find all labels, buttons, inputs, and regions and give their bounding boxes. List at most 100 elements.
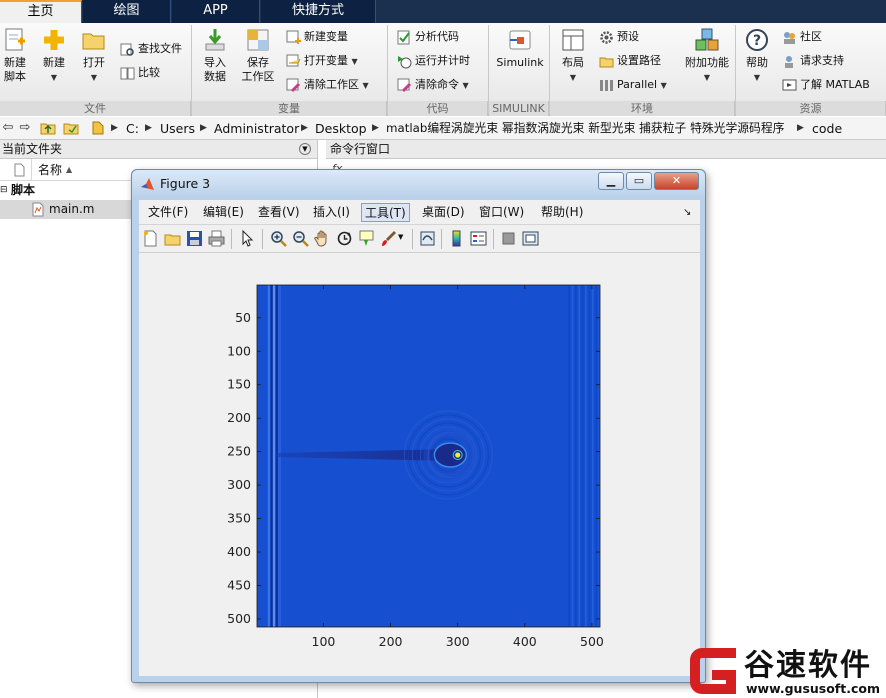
brush-dropdown-icon[interactable]: ▼ — [398, 233, 403, 241]
heatmap-plot[interactable]: 50 100 150 200 250 300 350 400 450 500 100 200 300 40… — [139, 253, 700, 676]
resources-group-label: 资源 — [736, 101, 886, 116]
clear-commands-button[interactable]: 清除命令 ▼ — [397, 75, 469, 95]
request-support-label: 请求支持 — [800, 54, 844, 67]
link-plot-icon[interactable] — [419, 230, 436, 247]
x-tick-label: 200 — [379, 634, 403, 649]
help-icon: ? — [746, 29, 768, 51]
right-fringe-stripe — [588, 285, 591, 627]
minimize-button[interactable]: ▁ — [598, 172, 624, 190]
clear-workspace-icon — [286, 78, 301, 92]
find-files-button[interactable]: 查找文件 — [120, 39, 182, 59]
right-fringe-stripe — [575, 285, 577, 627]
analyze-code-button[interactable]: 分析代码 — [397, 27, 459, 47]
menu-window[interactable]: 窗口(W) — [476, 203, 527, 222]
menu-tools[interactable]: 工具(T) — [361, 203, 410, 222]
save-icon[interactable] — [186, 230, 203, 247]
toolbar-divider — [441, 229, 442, 249]
path-segment[interactable]: Administrator — [214, 120, 299, 137]
hide-plot-tools-icon[interactable] — [500, 230, 517, 247]
path-separator-icon: ▶ — [111, 123, 118, 133]
close-button[interactable]: ✕ — [654, 172, 699, 190]
menu-file[interactable]: 文件(F) — [145, 203, 191, 222]
open-button[interactable]: 打开 ▼ — [71, 27, 117, 85]
request-support-button[interactable]: 请求支持 — [782, 51, 844, 71]
show-plot-tools-icon[interactable] — [522, 230, 539, 247]
rotate-3d-icon[interactable] — [336, 230, 353, 247]
figure-window[interactable]: Figure 3 ▁ ▭ ✕ 文件(F) 编辑(E) 查看(V) 插入(I) 工… — [131, 169, 706, 683]
tab-home[interactable]: 主页 — [0, 0, 82, 23]
zoom-in-icon[interactable] — [270, 230, 287, 247]
path-segment[interactable]: Desktop — [315, 120, 367, 137]
path-segment[interactable]: code — [812, 120, 842, 137]
pointer-arrow-icon[interactable] — [239, 230, 256, 247]
compare-label: 比较 — [138, 66, 160, 79]
pan-hand-icon[interactable] — [314, 230, 331, 247]
column-divider — [31, 159, 32, 181]
new-variable-button[interactable]: 新建变量 — [286, 27, 348, 47]
open-file-icon[interactable] — [164, 230, 181, 247]
simulink-group-label: SIMULINK — [489, 101, 549, 116]
run-and-time-button[interactable]: 运行并计时 — [397, 51, 470, 71]
menu-edit[interactable]: 编辑(E) — [200, 203, 247, 222]
path-separator-icon: ▶ — [200, 123, 207, 133]
parallel-button[interactable]: Parallel ▼ — [599, 75, 667, 95]
menu-insert[interactable]: 插入(I) — [310, 203, 353, 222]
clear-workspace-button[interactable]: 清除工作区 ▼ — [286, 75, 369, 95]
axes: 50 100 150 200 250 300 350 400 450 500 100 200 300 40… — [227, 284, 604, 649]
save-workspace-label: 保存 工作区 — [241, 56, 275, 83]
address-bar: ⇦ ⇨ ▶ C: ▶ Users ▶ Administrator ▶ Deskt… — [0, 117, 886, 140]
environment-group-label: 环境 — [550, 101, 735, 116]
add-ons-button[interactable]: 附加功能 ▼ — [681, 27, 733, 85]
preferences-button[interactable]: 预设 — [599, 27, 639, 47]
collapse-icon[interactable]: ⊟ — [0, 181, 8, 200]
tab-plots[interactable]: 绘图 — [83, 0, 171, 23]
path-segment[interactable]: C: — [126, 120, 139, 137]
legend-icon[interactable] — [470, 230, 487, 247]
brush-icon[interactable] — [380, 230, 397, 247]
layout-button[interactable]: 布局 ▼ — [550, 27, 596, 85]
menu-help[interactable]: 帮助(H) — [538, 203, 586, 222]
learn-matlab-button[interactable]: 了解 MATLAB — [782, 75, 870, 95]
maximize-icon: ▭ — [633, 174, 645, 187]
back-arrow-icon[interactable]: ⇦ — [0, 120, 16, 136]
print-icon[interactable] — [208, 230, 225, 247]
zoom-out-icon[interactable] — [292, 230, 309, 247]
set-path-button[interactable]: 设置路径 — [599, 51, 661, 71]
colorbar-icon[interactable] — [448, 230, 465, 247]
path-separator-icon: ▶ — [372, 123, 379, 133]
sort-arrow-icon: ▲ — [66, 165, 73, 174]
import-data-button[interactable]: 导入 数据 — [192, 27, 238, 84]
dock-arrow-icon[interactable]: ↘ — [680, 203, 694, 222]
community-button[interactable]: 社区 — [782, 27, 822, 47]
figure-canvas: 50 100 150 200 250 300 350 400 450 500 100 200 300 40… — [139, 253, 700, 676]
tab-shortcuts[interactable]: 快捷方式 — [261, 0, 376, 23]
open-variable-button[interactable]: 打开变量 ▼ — [286, 51, 358, 71]
data-cursor-icon[interactable] — [358, 230, 375, 247]
new-script-label: 新建 脚本 — [4, 56, 26, 83]
help-button[interactable]: ? 帮助 ▼ — [734, 27, 780, 85]
path-segment[interactable]: Users — [160, 120, 195, 137]
y-tick-label: 500 — [227, 611, 251, 626]
maximize-button[interactable]: ▭ — [626, 172, 652, 190]
column-name-header[interactable]: 名称 — [38, 159, 62, 181]
menu-view[interactable]: 查看(V) — [255, 203, 303, 222]
save-workspace-button[interactable]: 保存 工作区 — [235, 27, 281, 84]
browse-folder-icon[interactable] — [63, 120, 79, 136]
new-script-icon — [5, 28, 25, 51]
forward-arrow-icon[interactable]: ⇨ — [17, 120, 33, 136]
support-icon — [785, 55, 793, 68]
simulink-button[interactable]: Simulink — [494, 27, 546, 70]
menu-desktop[interactable]: 桌面(D) — [419, 203, 468, 222]
compare-button[interactable]: 比较 — [120, 63, 160, 83]
x-tick-label: 500 — [580, 634, 604, 649]
parallel-icon — [600, 79, 613, 91]
toolbar-divider — [262, 229, 263, 249]
panel-menu-icon[interactable]: ▼ — [299, 143, 311, 155]
figure-title-bar[interactable]: Figure 3 ▁ ▭ ✕ — [132, 170, 705, 198]
run-and-time-icon — [398, 55, 412, 68]
parallel-label: Parallel — [617, 78, 658, 91]
up-folder-icon[interactable] — [40, 120, 56, 136]
path-segment[interactable]: matlab编程涡旋光束 幂指数涡旋光束 新型光束 捕获粒子 特殊光学源码程序 — [386, 120, 784, 137]
tab-apps[interactable]: APP — [172, 0, 260, 23]
new-figure-icon[interactable] — [142, 230, 159, 247]
